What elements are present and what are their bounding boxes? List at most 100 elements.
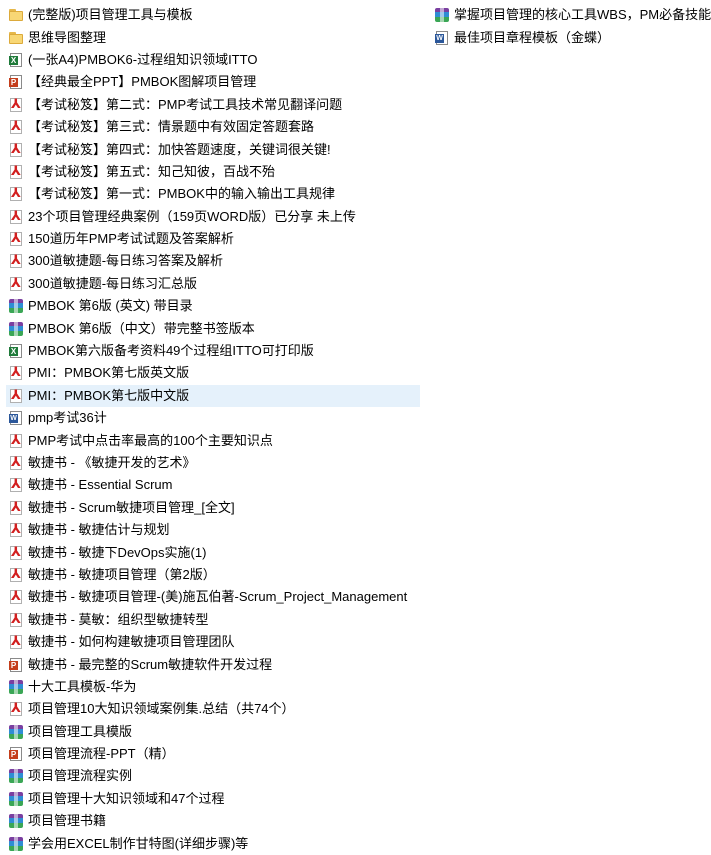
item-label: PMBOK 第6版（中文）带完整书签版本: [28, 320, 255, 336]
item-label: 敏捷书 - 敏捷项目管理-(美)施瓦伯著-Scrum_Project_Manag…: [28, 589, 408, 605]
file-item[interactable]: 敏捷书 - 敏捷估计与规划: [6, 519, 420, 541]
item-label: 300道敏捷题-每日练习答案及解析: [28, 253, 224, 269]
file-item[interactable]: 掌握项目管理的核心工具WBS，PM必备技能: [432, 4, 711, 26]
pdf-file-icon: [8, 252, 24, 269]
pdf-file-icon: [8, 544, 24, 561]
item-label: 敏捷书 - 最完整的Scrum敏捷软件开发过程: [28, 656, 273, 672]
item-label: 项目管理10大知识领域案例集.总结（共74个）: [28, 701, 295, 717]
item-label: 【考试秘笈】第一式：PMBOK中的输入输出工具规律: [28, 186, 335, 202]
file-item[interactable]: 敏捷书 - 敏捷项目管理（第2版）: [6, 564, 420, 586]
file-item[interactable]: 敏捷书 - 如何构建敏捷项目管理团队: [6, 631, 420, 653]
item-label: 【考试秘笈】第五式：知己知彼，百战不殆: [28, 163, 276, 179]
file-item[interactable]: (一张A4)PMBOK6-过程组知识领域ITTO: [6, 49, 420, 71]
file-item[interactable]: 十大工具模板-华为: [6, 676, 420, 698]
file-item[interactable]: 项目管理十大知识领域和47个过程: [6, 788, 420, 810]
item-label: 【考试秘笈】第三式：情景题中有效固定答题套路: [28, 119, 315, 135]
folder-item[interactable]: (完整版)项目管理工具与模板: [6, 4, 420, 26]
item-label: 敏捷书 - Scrum敏捷项目管理_[全文]: [28, 499, 235, 515]
file-item[interactable]: 项目管理10大知识领域案例集.总结（共74个）: [6, 698, 420, 720]
item-label: 项目管理十大知识领域和47个过程: [28, 790, 225, 806]
folder-icon: [8, 7, 24, 23]
item-label: 项目管理流程-PPT（精）: [28, 746, 175, 762]
file-item[interactable]: 【考试秘笈】第三式：情景题中有效固定答题套路: [6, 116, 420, 138]
file-item[interactable]: PMI：PMBOK第七版英文版: [6, 362, 420, 384]
file-item[interactable]: PMP考试中点击率最高的100个主要知识点: [6, 429, 420, 451]
file-item[interactable]: 项目管理流程-PPT（精）: [6, 743, 420, 765]
item-label: 掌握项目管理的核心工具WBS，PM必备技能: [454, 7, 711, 23]
file-item[interactable]: 敏捷书 - 最完整的Scrum敏捷软件开发过程: [6, 653, 420, 675]
pdf-file-icon: [8, 499, 24, 516]
item-label: PMI：PMBOK第七版英文版: [28, 365, 190, 381]
item-label: 【经典最全PPT】PMBOK图解项目管理: [28, 74, 257, 90]
pdf-file-icon: [8, 566, 24, 583]
file-item[interactable]: 300道敏捷题-每日练习答案及解析: [6, 250, 420, 272]
file-item[interactable]: 项目管理工具模版: [6, 721, 420, 743]
file-item[interactable]: PMI：PMBOK第七版中文版: [6, 384, 420, 408]
pdf-file-icon: [8, 387, 24, 404]
item-label: 最佳项目章程模板（金蝶）: [454, 29, 611, 45]
file-item[interactable]: 敏捷书 - 《敏捷开发的艺术》: [6, 452, 420, 474]
powerpoint-file-icon: [8, 746, 24, 762]
item-label: 敏捷书 - 《敏捷开发的艺术》: [28, 455, 196, 470]
pdf-file-icon: [8, 364, 24, 381]
file-item[interactable]: 敏捷书 - Essential Scrum: [6, 474, 420, 496]
file-item[interactable]: 【经典最全PPT】PMBOK图解项目管理: [6, 71, 420, 93]
file-item[interactable]: pmp考试36计: [6, 407, 420, 429]
item-label: 项目管理书籍: [28, 813, 107, 829]
item-label: 敏捷书 - 敏捷下DevOps实施(1): [28, 544, 207, 560]
pdf-file-icon: [8, 275, 24, 292]
pdf-file-icon: [8, 163, 24, 180]
file-item[interactable]: PMBOK 第6版（中文）带完整书签版本: [6, 317, 420, 339]
pdf-file-icon: [8, 118, 24, 135]
item-label: 思维导图整理: [28, 29, 107, 45]
file-item[interactable]: 敏捷书 - Scrum敏捷项目管理_[全文]: [6, 497, 420, 519]
file-item[interactable]: 项目管理书籍: [6, 810, 420, 832]
file-item[interactable]: 敏捷书 - 敏捷项目管理-(美)施瓦伯著-Scrum_Project_Manag…: [6, 586, 420, 608]
archive-file-icon: [8, 298, 24, 314]
folder-icon: [8, 30, 24, 46]
file-item[interactable]: 学会用EXCEL制作甘特图(详细步骤)等: [6, 832, 420, 854]
file-item[interactable]: PMBOK 第6版 (英文) 带目录: [6, 295, 420, 317]
item-label: 【考试秘笈】第四式：加快答题速度，关键词很关键!: [28, 141, 331, 157]
file-item[interactable]: 【考试秘笈】第一式：PMBOK中的输入输出工具规律: [6, 183, 420, 205]
item-label: 300道敏捷题-每日练习汇总版: [28, 275, 198, 291]
file-item[interactable]: 【考试秘笈】第二式：PMP考试工具技术常见翻译问题: [6, 94, 420, 116]
pdf-file-icon: [8, 141, 24, 158]
item-label: (完整版)项目管理工具与模板: [28, 7, 193, 23]
pdf-file-icon: [8, 432, 24, 449]
archive-file-icon: [8, 724, 24, 740]
file-item[interactable]: 敏捷书 - 莫敏：组织型敏捷转型: [6, 609, 420, 631]
pdf-file-icon: [8, 230, 24, 247]
folder-item[interactable]: 思维导图整理: [6, 26, 420, 48]
file-item[interactable]: 项目管理流程实例: [6, 765, 420, 787]
item-label: 【考试秘笈】第二式：PMP考试工具技术常见翻译问题: [28, 96, 343, 112]
file-item[interactable]: PMBOK第六版备考资料49个过程组ITTO可打印版: [6, 340, 420, 362]
file-item[interactable]: 【考试秘笈】第四式：加快答题速度，关键词很关键!: [6, 138, 420, 160]
pdf-file-icon: [8, 700, 24, 717]
pdf-file-icon: [8, 454, 24, 471]
file-item[interactable]: 【考试秘笈】第五式：知己知彼，百战不殆: [6, 161, 420, 183]
item-label: 150道历年PMP考试试题及答案解析: [28, 231, 234, 247]
file-item[interactable]: 150道历年PMP考试试题及答案解析: [6, 228, 420, 250]
archive-file-icon: [8, 791, 24, 807]
file-item[interactable]: 300道敏捷题-每日练习汇总版: [6, 273, 420, 295]
pdf-file-icon: [8, 208, 24, 225]
file-list-left-column: (完整版)项目管理工具与模板思维导图整理 (一张A4)PMBOK6-过程组知识领域…: [6, 4, 420, 855]
file-item[interactable]: 23个项目管理经典案例（159页WORD版）已分享 未上传: [6, 206, 420, 228]
item-label: PMP考试中点击率最高的100个主要知识点: [28, 432, 273, 448]
item-label: 学会用EXCEL制作甘特图(详细步骤)等: [28, 835, 249, 851]
pdf-file-icon: [8, 185, 24, 202]
file-item[interactable]: 敏捷书 - 敏捷下DevOps实施(1): [6, 541, 420, 563]
archive-file-icon: [8, 813, 24, 829]
powerpoint-file-icon: [8, 657, 24, 673]
item-label: 敏捷书 - Essential Scrum: [28, 477, 173, 493]
pdf-file-icon: [8, 96, 24, 113]
powerpoint-file-icon: [8, 74, 24, 90]
item-label: 项目管理流程实例: [28, 768, 133, 784]
item-label: 项目管理工具模版: [28, 723, 133, 739]
file-item[interactable]: 最佳项目章程模板（金蝶）: [432, 26, 711, 48]
pdf-file-icon: [8, 476, 24, 493]
excel-file-icon: [8, 343, 24, 359]
item-label: 敏捷书 - 敏捷估计与规划: [28, 522, 170, 538]
archive-file-icon: [8, 836, 24, 852]
